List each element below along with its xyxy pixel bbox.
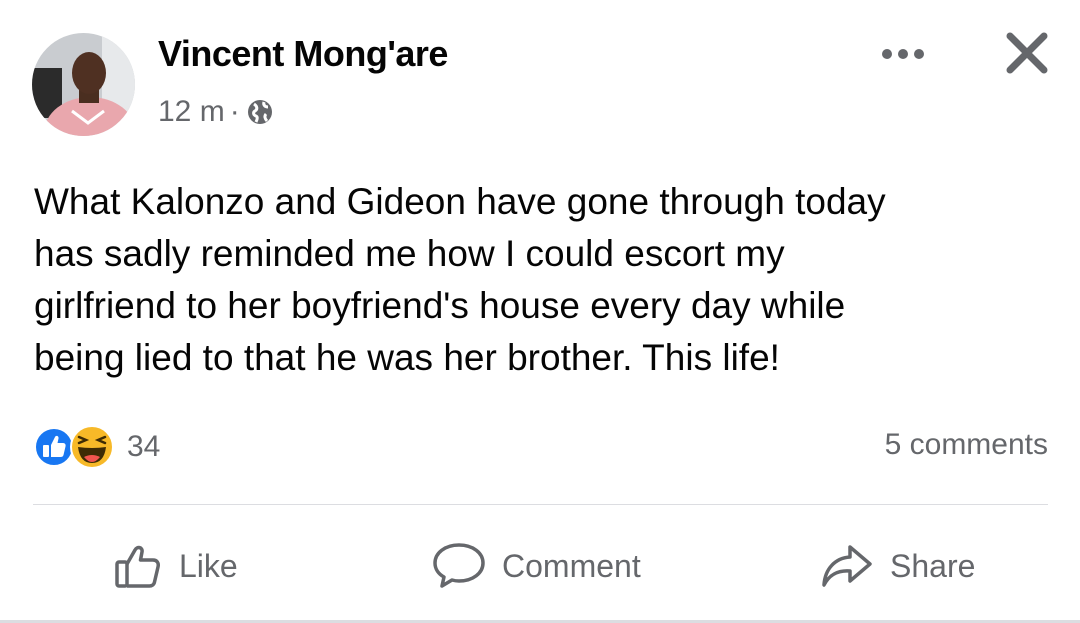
more-options-button[interactable] (877, 40, 929, 68)
globe-icon[interactable] (245, 97, 275, 127)
comment-button[interactable]: Comment (432, 536, 641, 596)
comment-icon (433, 543, 485, 588)
post-text-line: What Kalonzo and Gideon have gone throug… (34, 181, 886, 222)
author-name[interactable]: Vincent Mong'are (158, 33, 448, 75)
more-options-icon (882, 49, 924, 59)
avatar-photo (32, 33, 135, 136)
close-button[interactable] (1004, 30, 1050, 76)
reaction-count: 34 (127, 430, 161, 463)
divider (33, 504, 1048, 505)
facebook-post: Vincent Mong'are 12 m · What Kalonzo and… (0, 0, 1080, 623)
like-label: Like (179, 547, 238, 584)
thumbs-up-icon (115, 545, 160, 588)
post-text: What Kalonzo and Gideon have gone throug… (34, 176, 1044, 384)
post-timestamp[interactable]: 12 m (158, 95, 225, 129)
close-icon (1006, 32, 1048, 74)
author-avatar[interactable] (32, 33, 135, 136)
reaction-icons (33, 425, 119, 469)
post-text-line: girlfriend to her boyfriend's house ever… (34, 285, 846, 326)
comment-label: Comment (502, 547, 641, 584)
share-button[interactable]: Share (820, 536, 975, 596)
share-label: Share (890, 547, 976, 584)
share-icon (822, 545, 872, 587)
post-text-line: being lied to that he was her brother. T… (34, 337, 780, 378)
meta-separator: · (229, 95, 240, 128)
haha-reaction-icon (70, 425, 114, 469)
like-button[interactable]: Like (113, 536, 238, 596)
comments-count[interactable]: 5 comments (885, 428, 1048, 462)
post-text-line: has sadly reminded me how I could escort… (34, 233, 785, 274)
post-meta: 12 m · (158, 95, 275, 129)
reactions-summary[interactable]: 34 (33, 425, 160, 469)
